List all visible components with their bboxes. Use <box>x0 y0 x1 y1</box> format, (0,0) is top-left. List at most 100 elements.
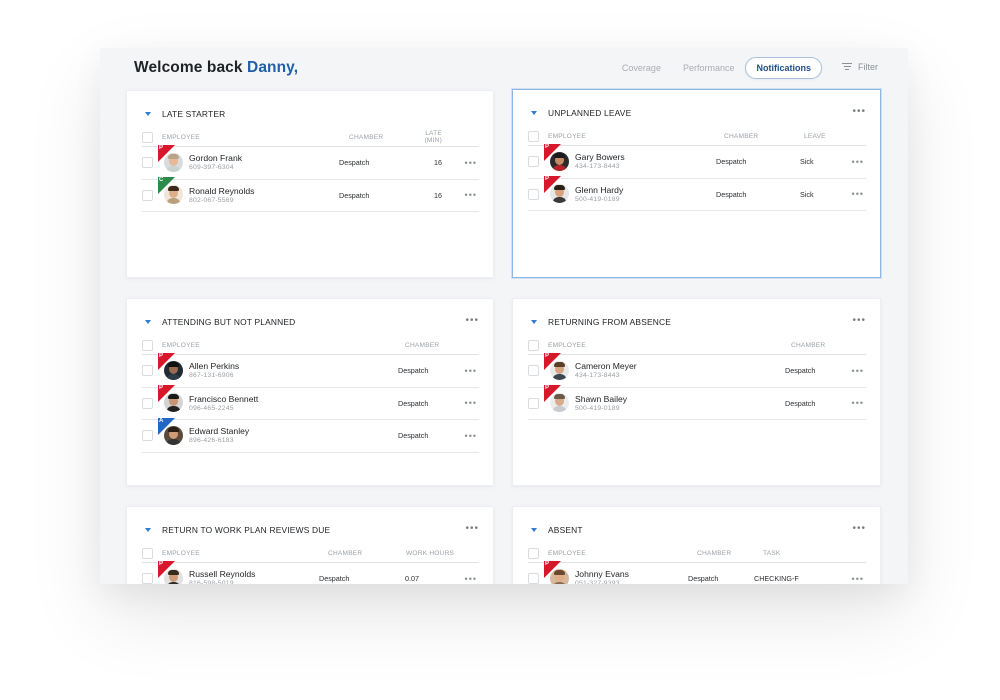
row-more-icon[interactable]: ••• <box>465 366 477 376</box>
avatar: P <box>544 143 572 174</box>
tab-performance[interactable]: Performance <box>672 57 746 79</box>
employee-cell: P Shawn Bailey 500-419-0189 <box>539 385 782 415</box>
row-checkbox[interactable] <box>142 189 153 201</box>
row-more-icon[interactable]: ••• <box>852 366 864 376</box>
row-checkbox[interactable] <box>142 397 153 409</box>
collapse-caret-icon[interactable] <box>145 112 151 116</box>
column-header-chamber: CHAMBER <box>405 341 440 349</box>
employee-name[interactable]: Glenn Hardy <box>575 185 623 195</box>
flag-letter: P <box>545 560 550 567</box>
table-row[interactable]: P Russell Reynolds 816-598-5019 Despatch… <box>142 560 479 584</box>
row-more-icon[interactable]: ••• <box>852 189 864 199</box>
avatar: P <box>544 385 572 415</box>
card-absent: ABSENT ••• EMPLOYEE CHAMBER TASK P Johnn… <box>512 506 881 584</box>
table-row[interactable]: C Ronald Reynolds 802-067-5569 Despatch … <box>142 177 479 212</box>
flag-letter: P <box>545 352 550 359</box>
row-more-icon[interactable]: ••• <box>465 190 477 200</box>
employee-name[interactable]: Francisco Bennett <box>189 394 258 404</box>
column-header-chamber: CHAMBER <box>724 132 759 140</box>
employee-phone: 096-465-2245 <box>189 404 234 412</box>
card-unplanned-leave: UNPLANNED LEAVE ••• EMPLOYEE CHAMBER LEA… <box>512 89 881 278</box>
card-header: LATE STARTER <box>145 107 479 121</box>
table-header: EMPLOYEE CHAMBER LATE (MIN) <box>142 128 479 147</box>
card-more-icon[interactable]: ••• <box>465 316 479 326</box>
table-row[interactable]: P Francisco Bennett 096-465-2245 Despatc… <box>142 385 479 420</box>
filter-button[interactable]: Filter <box>842 62 878 72</box>
table-row[interactable]: P Gary Bowers 434-173-8443 Despatch Sick… <box>528 143 866 179</box>
employee-cell: P Gordon Frank 609-397-6304 <box>153 144 340 175</box>
column-header-work-hours: WORK HOURS <box>406 549 455 557</box>
employee-cell: P Allen Perkins 867-131-6906 <box>153 352 396 383</box>
table-header: EMPLOYEE CHAMBER TASK <box>528 544 866 563</box>
card-more-icon[interactable]: ••• <box>852 107 866 117</box>
collapse-caret-icon[interactable] <box>531 528 537 532</box>
table-row[interactable]: P Cameron Meyer 434-173-8443 Despatch ••… <box>528 352 866 388</box>
employee-name[interactable]: Shawn Bailey <box>575 394 627 404</box>
row-more-icon[interactable]: ••• <box>465 158 477 168</box>
table-row[interactable]: P Gordon Frank 609-397-6304 Despatch 16 … <box>142 144 479 180</box>
table-header: EMPLOYEE CHAMBER <box>142 336 479 355</box>
select-all-checkbox[interactable] <box>142 547 153 559</box>
chamber-cell: Despatch <box>398 398 429 408</box>
select-all-checkbox[interactable] <box>528 339 539 351</box>
select-all-checkbox[interactable] <box>528 547 539 559</box>
employee-name[interactable]: Allen Perkins <box>189 361 239 371</box>
row-more-icon[interactable]: ••• <box>465 431 477 441</box>
column-header-task: TASK <box>763 549 781 557</box>
column-header-late: LATE (MIN) <box>424 130 442 144</box>
card-more-icon[interactable]: ••• <box>852 524 866 534</box>
row-more-icon[interactable]: ••• <box>852 574 864 584</box>
employee-name[interactable]: Cameron Meyer <box>575 361 637 371</box>
collapse-caret-icon[interactable] <box>531 320 537 324</box>
employee-cell: P Cameron Meyer 434-173-8443 <box>539 352 782 383</box>
row-checkbox[interactable] <box>528 156 539 168</box>
column-header-chamber: CHAMBER <box>697 549 732 557</box>
table-row[interactable]: P Shawn Bailey 500-419-0189 Despatch ••• <box>528 385 866 420</box>
table-row[interactable]: P Allen Perkins 867-131-6906 Despatch ••… <box>142 352 479 388</box>
row-checkbox[interactable] <box>142 430 153 442</box>
row-checkbox[interactable] <box>528 573 539 584</box>
employee-name[interactable]: Edward Stanley <box>189 426 249 436</box>
collapse-caret-icon[interactable] <box>145 320 151 324</box>
employee-name[interactable]: Gary Bowers <box>575 152 625 162</box>
avatar: P <box>158 144 186 175</box>
notification-table: EMPLOYEE CHAMBER P Cameron Meyer 434-173… <box>528 336 866 420</box>
card-more-icon[interactable]: ••• <box>465 524 479 534</box>
notification-table: EMPLOYEE CHAMBER WORK HOURS P Russell Re… <box>142 544 479 584</box>
flag-letter: P <box>545 176 550 183</box>
table-row[interactable]: P Glenn Hardy 500-419-0189 Despatch Sick… <box>528 176 866 211</box>
employee-name[interactable]: Russell Reynolds <box>189 569 255 579</box>
column-header-employee: EMPLOYEE <box>162 549 200 557</box>
tab-notifications[interactable]: Notifications <box>745 57 822 79</box>
select-all-checkbox[interactable] <box>142 131 153 143</box>
select-all-checkbox[interactable] <box>142 339 153 351</box>
row-checkbox[interactable] <box>528 188 539 200</box>
employee-phone: 896-426-6183 <box>189 437 234 445</box>
collapse-caret-icon[interactable] <box>531 111 537 115</box>
row-more-icon[interactable]: ••• <box>852 157 864 167</box>
row-more-icon[interactable]: ••• <box>852 398 864 408</box>
row-more-icon[interactable]: ••• <box>465 398 477 408</box>
select-all-checkbox[interactable] <box>528 130 539 142</box>
row-checkbox[interactable] <box>142 157 153 169</box>
chamber-cell: Despatch <box>716 189 747 199</box>
page-title: Welcome back Danny, <box>134 59 298 77</box>
employee-cell: P Johnny Evans 051-327-9393 <box>539 560 688 584</box>
chamber-cell: Despatch <box>398 366 429 376</box>
card-more-icon[interactable]: ••• <box>852 316 866 326</box>
row-more-icon[interactable]: ••• <box>465 574 477 584</box>
card-title: RETURNING FROM ABSENCE <box>548 317 672 327</box>
row-checkbox[interactable] <box>142 573 153 584</box>
row-checkbox[interactable] <box>528 397 539 409</box>
table-row[interactable]: P Johnny Evans 051-327-9393 Despatch CHE… <box>528 560 866 584</box>
row-checkbox[interactable] <box>528 365 539 377</box>
tab-coverage[interactable]: Coverage <box>611 57 672 79</box>
collapse-caret-icon[interactable] <box>145 528 151 532</box>
notification-table: EMPLOYEE CHAMBER P Allen Perkins 867-131… <box>142 336 479 453</box>
table-row[interactable]: A Edward Stanley 896-426-6183 Despatch •… <box>142 417 479 453</box>
row-checkbox[interactable] <box>142 365 153 377</box>
employee-name[interactable]: Gordon Frank <box>189 153 242 163</box>
notification-table: EMPLOYEE CHAMBER LEAVE P Gary Bowers 434… <box>528 127 866 211</box>
employee-name[interactable]: Johnny Evans <box>575 569 629 579</box>
employee-name[interactable]: Ronald Reynolds <box>189 186 254 196</box>
